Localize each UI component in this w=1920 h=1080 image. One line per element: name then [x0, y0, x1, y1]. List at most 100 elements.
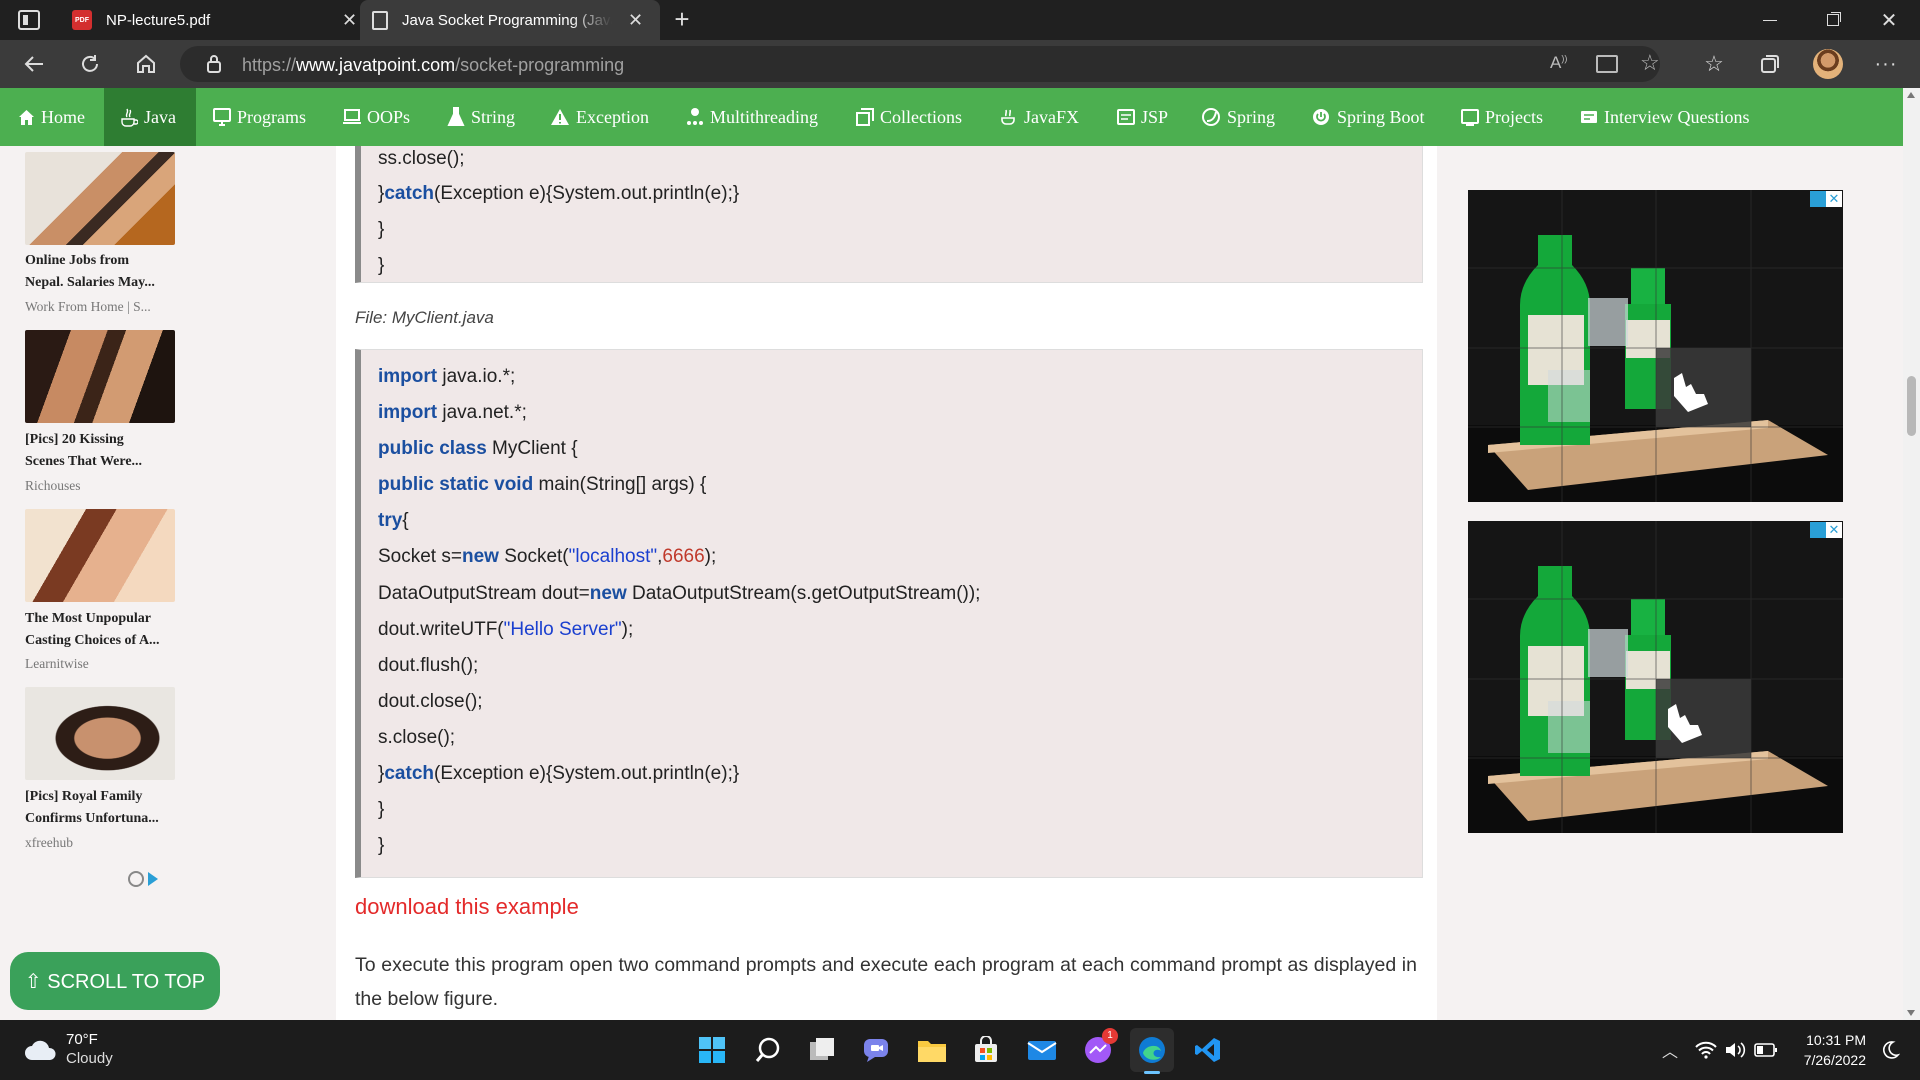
scroll-up-arrow-icon[interactable]: [1907, 92, 1915, 98]
microsoft-store-button[interactable]: [964, 1028, 1008, 1072]
nav-exception[interactable]: Exception: [550, 88, 649, 146]
start-button[interactable]: [690, 1028, 734, 1072]
more-options-button[interactable]: ···: [1864, 40, 1908, 88]
close-tab-icon[interactable]: ✕: [342, 10, 357, 31]
refresh-icon: [82, 55, 98, 72]
minimize-button[interactable]: [1747, 0, 1793, 40]
clock-date: 7/26/2022: [1803, 1052, 1866, 1068]
ad-title[interactable]: Online Jobs from Nepal. Salaries May...: [25, 250, 185, 294]
weather-widget[interactable]: 70°F Cloudy: [20, 1030, 180, 1070]
clock[interactable]: 10:31 PM 7/26/2022: [1790, 1030, 1866, 1070]
refresh-button[interactable]: [68, 40, 112, 88]
ad-banner-soju-2[interactable]: ✕: [1468, 521, 1843, 833]
code-line: }: [378, 799, 385, 820]
flask-icon: [447, 107, 465, 126]
page-icon: [372, 10, 388, 30]
nav-collections[interactable]: Collections: [856, 88, 962, 146]
restore-button[interactable]: [1810, 0, 1856, 40]
file-explorer-button[interactable]: [910, 1028, 954, 1072]
home-button[interactable]: [124, 40, 168, 88]
code-line: dout.close();: [378, 691, 483, 712]
address-bar[interactable]: https://www.javatpoint.com/socket-progra…: [180, 46, 1660, 82]
code-line: public static void main(String[] args) {: [378, 474, 707, 495]
close-ad-icon[interactable]: ✕: [1826, 522, 1842, 538]
nav-javafx[interactable]: JavaFX: [1000, 88, 1079, 146]
vscode-button[interactable]: [1186, 1028, 1230, 1072]
favorites-button[interactable]: ☆: [1692, 40, 1736, 88]
volume-icon[interactable]: [1724, 1041, 1746, 1059]
favorite-star-icon[interactable]: ☆: [1640, 50, 1660, 76]
store-icon: [975, 1036, 997, 1062]
nav-java[interactable]: Java: [104, 88, 196, 146]
tab-actions-icon[interactable]: [18, 10, 40, 30]
code-line: Socket s=new Socket("localhost",6666);: [378, 546, 717, 567]
mail-button[interactable]: [1020, 1028, 1064, 1072]
focus-assist-moon-icon[interactable]: [1880, 1040, 1900, 1060]
ad-close-controls[interactable]: ✕: [1810, 522, 1842, 538]
tab-np-lecture5[interactable]: PDF NP-lecture5.pdf ✕: [60, 0, 360, 40]
tab-java-socket-programming[interactable]: Java Socket Programming (Java ✕: [360, 0, 660, 40]
task-view-icon: [810, 1038, 834, 1060]
nav-spring-boot[interactable]: Spring Boot: [1311, 88, 1425, 146]
nav-projects[interactable]: Projects: [1461, 88, 1543, 146]
task-view-button[interactable]: [800, 1028, 844, 1072]
javafx-icon: [1001, 109, 1015, 125]
back-button[interactable]: [12, 40, 56, 88]
collections-icon: [1761, 55, 1779, 73]
ad-banner-image: [1468, 521, 1843, 833]
scroll-down-arrow-icon[interactable]: [1907, 1010, 1915, 1016]
java-cup-icon: [121, 108, 138, 127]
ad-image-royal-family[interactable]: [25, 687, 175, 780]
search-button[interactable]: [746, 1028, 790, 1072]
ad-banner-soju-1[interactable]: ✕: [1468, 190, 1843, 502]
ad-title[interactable]: The Most Unpopular Casting Choices of A..…: [25, 608, 185, 652]
pdf-icon: PDF: [72, 10, 92, 30]
wifi-icon[interactable]: [1695, 1041, 1717, 1059]
messenger-button[interactable]: 1: [1076, 1028, 1120, 1072]
collections-icon: [856, 108, 874, 126]
ad-close-controls[interactable]: ✕: [1810, 191, 1842, 207]
folder-icon: [918, 1041, 946, 1062]
collections-button[interactable]: [1748, 40, 1792, 88]
read-aloud-icon[interactable]: A)): [1550, 53, 1567, 73]
close-ad-icon[interactable]: ✕: [1826, 191, 1842, 207]
code-block-server-end: ss.close(); }catch(Exception e){System.o…: [355, 146, 1423, 283]
nav-interview-questions[interactable]: Interview Questions: [1580, 88, 1749, 146]
nav-string[interactable]: String: [447, 88, 515, 146]
jsp-icon: [1117, 109, 1135, 125]
teams-chat-button[interactable]: [854, 1028, 898, 1072]
nav-oops[interactable]: OOPs: [343, 88, 410, 146]
adchoices-icon[interactable]: [1810, 191, 1826, 207]
profile-avatar[interactable]: [1806, 40, 1850, 88]
battery-icon[interactable]: [1754, 1042, 1778, 1058]
home-icon: [19, 109, 34, 125]
new-tab-button[interactable]: +: [668, 6, 696, 34]
adchoices-icon[interactable]: [1810, 522, 1826, 538]
edge-browser-button[interactable]: [1130, 1028, 1174, 1074]
ad-title[interactable]: [Pics] 20 Kissing Scenes That Were...: [25, 429, 185, 473]
nav-spring[interactable]: Spring: [1201, 88, 1275, 146]
page-scrollbar[interactable]: [1903, 88, 1920, 1020]
code-line: }catch(Exception e){System.out.println(e…: [378, 183, 740, 204]
ad-image-online-jobs[interactable]: [25, 152, 175, 245]
ad-image-casting-choices[interactable]: [25, 509, 175, 602]
download-example-link[interactable]: download this example: [355, 894, 579, 920]
nav-jsp[interactable]: JSP: [1117, 88, 1168, 146]
scroll-to-top-button[interactable]: ⇧ SCROLL TO TOP: [10, 952, 220, 1010]
show-hidden-icons[interactable]: ︿: [1662, 1038, 1678, 1062]
close-tab-icon[interactable]: ✕: [628, 10, 643, 31]
code-line: s.close();: [378, 727, 456, 748]
scrollbar-thumb[interactable]: [1907, 376, 1916, 436]
laptop-icon: [343, 109, 361, 124]
tab-title: Java Socket Programming (Java: [402, 11, 612, 29]
ad-image-kissing-scenes[interactable]: [25, 330, 175, 423]
windows-logo-icon: [699, 1037, 725, 1063]
power-icon: [1313, 109, 1329, 125]
nav-home[interactable]: Home: [18, 88, 85, 146]
adchoices-icon[interactable]: [128, 871, 158, 887]
close-window-button[interactable]: ✕: [1866, 0, 1912, 40]
nav-multithreading[interactable]: Multithreading: [686, 88, 818, 146]
nav-programs[interactable]: Programs: [213, 88, 306, 146]
reader-view-icon[interactable]: [1596, 55, 1618, 73]
ad-title[interactable]: [Pics] Royal Family Confirms Unfortuna...: [25, 786, 185, 830]
